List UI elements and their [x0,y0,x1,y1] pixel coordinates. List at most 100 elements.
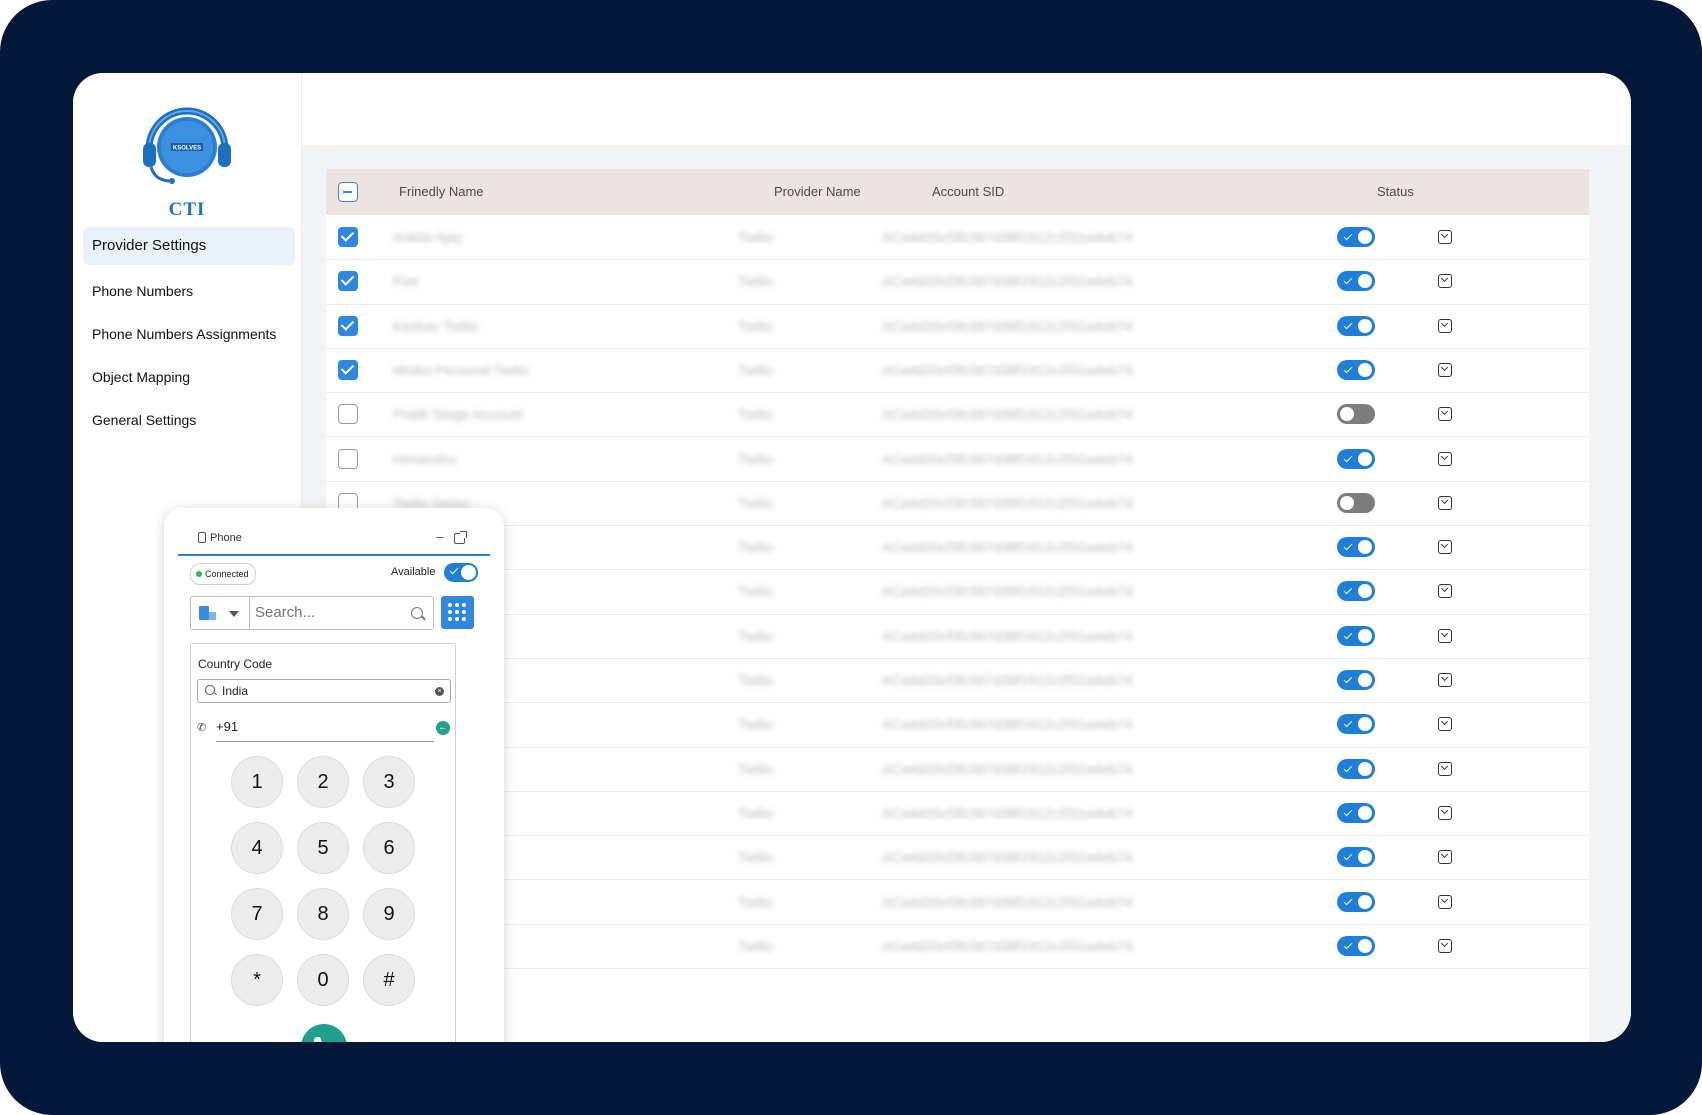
table-row[interactable]: Ankita AjayTwilioACa4d20cf3fc567d38f1912… [326,835,1589,881]
table-row[interactable]: Ankita AjayTwilioACa4d20cf3fc567d38f1912… [326,747,1589,792]
row-actions-chevron-icon[interactable] [1438,540,1452,555]
table-row[interactable]: Ankita AjayTwilioACa4d20cf3fc567d38f1912… [326,880,1589,925]
dial-key-0[interactable]: 0 [297,954,349,1006]
sidebar-item-provider-settings[interactable]: Provider Settings [83,227,295,265]
status-toggle[interactable] [1337,802,1375,823]
table-row[interactable]: Ankita AjayTwilioACa4d20cf3fc567d38f1912… [326,614,1589,659]
table-row[interactable]: Keshav Twilio Twilio ACa4d20cf3fc567d38f19… [326,304,1589,349]
row-actions-chevron-icon[interactable] [1438,495,1452,510]
row-actions-chevron-icon[interactable] [1438,673,1452,687]
row-checkbox[interactable] [338,271,358,292]
clear-icon[interactable]: × [435,687,444,696]
row-actions-chevron-icon[interactable] [1438,761,1452,776]
status-toggle[interactable] [1337,625,1375,646]
provider-name-cell: Twilio [738,494,774,511]
dial-key-4[interactable]: 4 [231,822,283,874]
status-toggle[interactable] [1337,537,1375,558]
cti-logo: KSOLVES CTI [137,97,237,220]
sidebar-item-general-settings[interactable]: General Settings [83,400,295,440]
sidebar-item-phone-numbers-assignments[interactable]: Phone Numbers Assignments [83,314,295,354]
status-toggle[interactable] [1337,758,1375,779]
object-type-select[interactable] [191,597,250,629]
row-actions-chevron-icon[interactable] [1438,717,1452,732]
check-icon [1343,630,1353,639]
provider-name-cell: Twilio [738,229,774,245]
toggle-knob [1358,761,1372,776]
table-row[interactable]: Ankita AjayTwilioACa4d20cf3fc567d38f1912… [326,791,1589,837]
dial-key-6[interactable]: 6 [363,822,415,874]
row-actions-chevron-icon[interactable] [1438,850,1452,865]
row-checkbox[interactable] [338,359,358,380]
row-checkbox[interactable] [338,448,358,469]
dial-key-8[interactable]: 8 [297,888,349,940]
dial-key-3[interactable]: 3 [363,756,415,808]
status-toggle[interactable] [1337,714,1375,735]
dial-key-star[interactable]: * [231,954,283,1006]
row-checkbox[interactable] [338,315,358,336]
status-toggle[interactable] [1337,492,1375,513]
search-input[interactable] [255,597,405,629]
status-toggle[interactable] [1337,847,1375,868]
header-account-sid[interactable]: Account SID [932,169,1004,215]
row-actions-chevron-icon[interactable] [1438,584,1452,599]
sidebar-item-phone-numbers[interactable]: Phone Numbers [83,271,295,311]
search-icon[interactable] [411,607,423,619]
table-row[interactable]: Mridul Personal Twilio Twilio ACa4d20cf3fc… [326,348,1589,394]
row-actions-chevron-icon[interactable] [1438,628,1452,643]
dial-key-5[interactable]: 5 [297,822,349,874]
row-actions-chevron-icon[interactable] [1438,894,1452,909]
dial-key-9[interactable]: 9 [363,888,415,940]
phone-number-field[interactable]: +91 [216,719,238,734]
status-toggle[interactable] [1337,935,1375,956]
table-row[interactable]: Vishal SharmaTwilioACa4d20cf3fc567d38f19… [326,525,1589,571]
minimize-icon[interactable]: – [436,528,444,544]
row-checkbox[interactable] [338,227,358,247]
sidebar-item-object-mapping[interactable]: Object Mapping [83,357,295,397]
header-provider-name[interactable]: Provider Name [774,169,861,215]
table-row[interactable]: Ankita AjayTwilioACa4d20cf3fc567d38f1912… [326,658,1589,704]
status-toggle[interactable] [1337,359,1375,380]
status-toggle[interactable] [1337,891,1375,912]
row-actions-chevron-icon[interactable] [1438,362,1452,377]
dial-key-7[interactable]: 7 [231,888,283,940]
status-toggle[interactable] [1337,271,1375,292]
header-friendly-name[interactable]: Frinedly Name [399,169,484,215]
table-row[interactable]: Twilio Demo Twilio ACa4d20cf3fc567d38f1912… [326,481,1589,527]
table-row[interactable]: Five Twilio ACa4d20cf3fc567d38f1912c2f31a4… [326,259,1589,305]
row-actions-chevron-icon[interactable] [1438,805,1452,820]
table-row[interactable]: Ankita AjayTwilioACa4d20cf3fc567d38f1912… [326,924,1589,970]
row-actions-chevron-icon[interactable] [1438,938,1452,953]
phone-device-icon [198,532,206,543]
check-icon [1343,364,1353,374]
provider-name-cell: Twilio [738,937,774,954]
call-button[interactable] [301,1024,347,1042]
row-actions-chevron-icon[interactable] [1438,451,1452,466]
status-toggle[interactable] [1337,670,1375,690]
status-toggle[interactable] [1337,227,1375,247]
country-code-field[interactable]: India × [197,679,451,703]
status-toggle[interactable] [1337,448,1375,469]
row-checkbox[interactable] [338,404,358,425]
dialpad-button[interactable] [441,596,474,629]
table-row[interactable]: Himanshu Twilio ACa4d20cf3fc567d38f1912c2f… [326,437,1589,482]
table-row[interactable]: Pratik Stage Account Twilio ACa4d20cf3fc56… [326,392,1589,438]
popout-icon[interactable] [454,531,467,544]
available-toggle[interactable] [444,563,478,582]
dial-key-hash[interactable]: # [363,954,415,1006]
table-row[interactable]: Ankita AjayTwilioACa4d20cf3fc567d38f1912… [326,569,1589,615]
row-actions-chevron-icon[interactable] [1438,318,1452,333]
row-actions-chevron-icon[interactable] [1438,274,1452,289]
row-actions-chevron-icon[interactable] [1438,407,1452,422]
table-row[interactable]: Ankita AjayTwilioACa4d20cf3fc567d38f1912… [326,215,1589,261]
backspace-icon[interactable]: ← [436,721,450,735]
select-all-checkbox[interactable] [338,182,358,202]
toggle-knob [1358,540,1372,555]
status-toggle[interactable] [1337,404,1375,425]
dial-key-2[interactable]: 2 [297,756,349,808]
dial-key-1[interactable]: 1 [231,756,283,808]
row-actions-chevron-icon[interactable] [1438,230,1452,244]
table-row[interactable]: Ankita AjayTwilioACa4d20cf3fc567d38f1912… [326,702,1589,748]
status-toggle[interactable] [1337,581,1375,602]
status-toggle[interactable] [1337,315,1375,336]
header-status[interactable]: Status [1377,169,1414,215]
